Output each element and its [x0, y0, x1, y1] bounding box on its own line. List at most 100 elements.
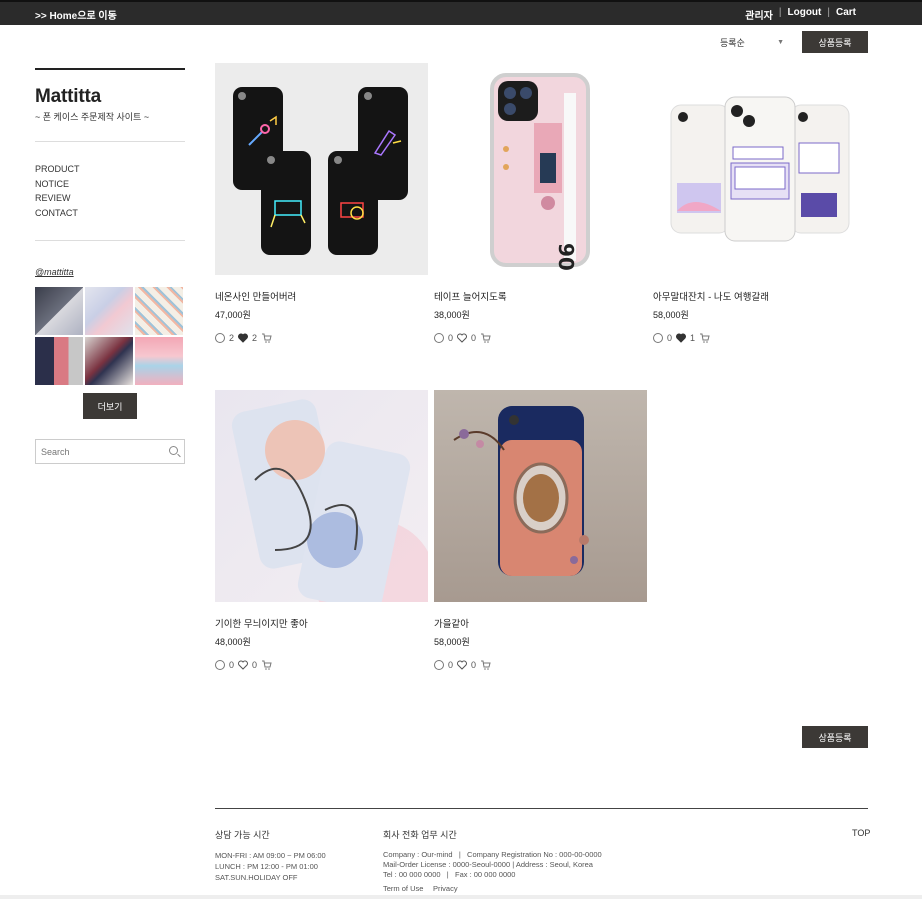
heart-icon[interactable] [457, 660, 467, 670]
like-count: 0 [471, 333, 477, 343]
product-stats: 2 2 [215, 333, 428, 343]
cs-hours-line: MON-FRI : AM 09:00 ~ PM 06:00 [215, 851, 326, 860]
comment-bubble-icon[interactable] [434, 333, 444, 343]
heart-icon[interactable] [238, 333, 248, 343]
product-card: 기이한 무늬이지만 좋아 48,000원 0 0 [215, 390, 428, 670]
top-bar: >> Home으로 이동 관리자 | Logout | Cart [0, 0, 922, 25]
register-product-button[interactable]: 상품등록 [802, 31, 868, 53]
product-card: 90 테이프 늘어지도록 38,000원 0 0 [434, 63, 647, 343]
instagram-thumb[interactable] [85, 287, 133, 335]
cart-icon[interactable] [699, 333, 710, 343]
sidebar-item-contact[interactable]: CONTACT [35, 206, 185, 221]
more-button[interactable]: 더보기 [83, 393, 137, 419]
product-card: 네온사인 만들어버려 47,000원 2 2 [215, 63, 428, 343]
cassette-phone-case-illustration: 90 [490, 73, 590, 271]
search-icon[interactable] [169, 446, 178, 455]
product-image[interactable] [215, 390, 428, 602]
product-name[interactable]: 가을같아 [434, 616, 647, 630]
cart-icon[interactable] [480, 660, 491, 670]
divider [35, 240, 185, 241]
instagram-feed [35, 287, 185, 385]
cart-icon[interactable] [261, 660, 272, 670]
top-nav: 관리자 | Logout | Cart [745, 7, 856, 22]
separator: | [827, 7, 830, 18]
svg-text:90: 90 [554, 243, 578, 271]
comment-count: 2 [229, 333, 235, 343]
terms-link[interactable]: Term of Use [383, 884, 423, 894]
search-input[interactable] [36, 440, 156, 463]
product-name[interactable]: 네온사인 만들어버려 [215, 289, 428, 303]
admin-link[interactable]: 관리자 [745, 7, 773, 22]
comment-count: 0 [667, 333, 673, 343]
product-price: 48,000원 [215, 637, 251, 647]
cs-hours-line: SAT.SUN.HOLIDAY OFF [215, 873, 298, 882]
heart-icon[interactable] [238, 660, 248, 670]
instagram-handle-link[interactable]: @mattitta [35, 267, 185, 277]
comment-bubble-icon[interactable] [653, 333, 663, 343]
company-info-line: Company : Our-mind | Company Registratio… [383, 850, 602, 859]
product-name[interactable]: 테이프 늘어지도록 [434, 289, 647, 303]
register-product-button[interactable]: 상품등록 [802, 726, 868, 748]
like-count: 2 [252, 333, 258, 343]
company-info-line: Tel : 00 000 0000 | Fax : 00 000 0000 [383, 870, 516, 879]
comment-count: 0 [448, 333, 454, 343]
company-info-line: Mail-Order License : 0000-Seoul-0000 | A… [383, 860, 593, 869]
product-name[interactable]: 아무말대잔치 - 나도 여행갈래 [653, 289, 866, 303]
comment-bubble-icon[interactable] [434, 660, 444, 670]
search-box [35, 439, 185, 464]
divider [35, 141, 185, 142]
product-image[interactable] [653, 63, 866, 275]
product-price: 47,000원 [215, 310, 251, 320]
sidebar-item-notice[interactable]: NOTICE [35, 177, 185, 192]
cs-hours-title: 상담 가능 시간 [215, 830, 270, 840]
privacy-link[interactable]: Privacy [433, 884, 458, 894]
comment-bubble-icon[interactable] [215, 333, 225, 343]
like-count: 0 [471, 660, 477, 670]
product-image[interactable]: 90 [434, 63, 647, 275]
home-link[interactable]: >> Home으로 이동 [35, 7, 117, 22]
logout-link[interactable]: Logout [788, 7, 822, 22]
sidebar: Mattitta ~ 폰 케이스 주문제작 사이트 ~ PRODUCT NOTI… [35, 68, 185, 464]
heart-icon[interactable] [457, 333, 467, 343]
cart-icon[interactable] [480, 333, 491, 343]
instagram-thumb[interactable] [35, 337, 83, 385]
product-price: 58,000원 [434, 637, 470, 647]
cart-icon[interactable] [261, 333, 272, 343]
neon-phone-case-illustration [233, 87, 408, 255]
comment-count: 0 [229, 660, 235, 670]
scroll-top-link[interactable]: TOP [852, 828, 870, 838]
like-count: 0 [252, 660, 258, 670]
separator: | [778, 7, 782, 18]
product-stats: 0 1 [653, 333, 866, 343]
chevron-down-icon: ▼ [777, 38, 784, 46]
instagram-thumb[interactable] [85, 337, 133, 385]
instagram-thumb[interactable] [135, 287, 183, 335]
product-stats: 0 0 [215, 660, 428, 670]
sort-select[interactable]: 등록순 ▼ [716, 34, 788, 50]
bottom-strip [0, 895, 922, 899]
retro-window-phone-case-illustration [670, 96, 850, 242]
product-card: 가을같아 58,000원 0 0 [434, 390, 647, 670]
sidebar-item-review[interactable]: REVIEW [35, 191, 185, 206]
product-name[interactable]: 기이한 무늬이지만 좋아 [215, 616, 428, 630]
like-count: 1 [690, 333, 696, 343]
product-image[interactable] [434, 390, 647, 602]
product-image[interactable] [215, 63, 428, 275]
sidebar-menu: PRODUCT NOTICE REVIEW CONTACT [35, 162, 185, 220]
brand-logo[interactable]: Mattitta [35, 86, 185, 108]
cart-link[interactable]: Cart [836, 7, 856, 22]
product-stats: 0 0 [434, 660, 647, 670]
comment-count: 0 [448, 660, 454, 670]
product-stats: 0 0 [434, 333, 647, 343]
heart-icon[interactable] [676, 333, 686, 343]
brand-tagline: ~ 폰 케이스 주문제작 사이트 ~ [35, 112, 150, 122]
sort-selected: 등록순 [720, 37, 745, 48]
autumn-phone-case-illustration [453, 406, 589, 576]
sidebar-item-product[interactable]: PRODUCT [35, 162, 185, 177]
instagram-thumb[interactable] [135, 337, 183, 385]
product-price: 38,000원 [434, 310, 470, 320]
cs-hours-line: LUNCH : PM 12:00 - PM 01:00 [215, 862, 318, 871]
comment-bubble-icon[interactable] [215, 660, 225, 670]
instagram-thumb[interactable] [35, 287, 83, 335]
company-hours-title: 회사 전화 업무 시간 [383, 830, 457, 840]
